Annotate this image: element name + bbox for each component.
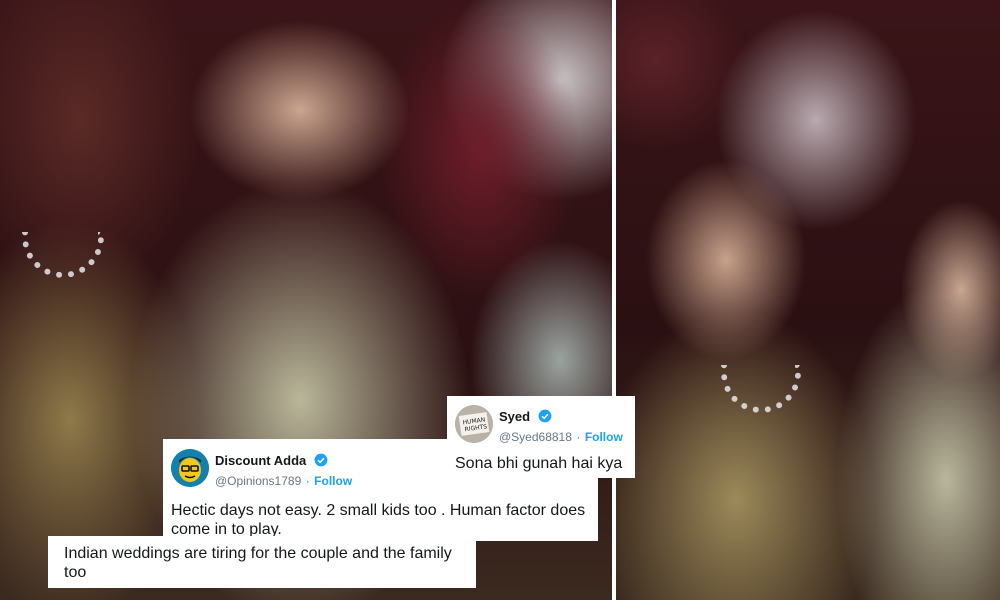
tweet-author-name[interactable]: Syed (499, 409, 530, 424)
right-photo (616, 0, 1000, 600)
bride-necklace (22, 232, 104, 278)
follow-button[interactable]: Follow (585, 430, 623, 444)
bride-necklace-right (721, 365, 801, 413)
tweet-handle[interactable]: @Opinions1789 (215, 474, 301, 488)
tweet-text: Sona bhi gunah hai kya (455, 455, 623, 472)
tweet-author-name[interactable]: Discount Adda (215, 453, 306, 468)
human-rights-sign-icon: HUMAN RIGHTS (455, 405, 493, 443)
verified-badge-icon (538, 409, 551, 423)
comment-text: Indian weddings are tiring for the coupl… (64, 545, 452, 581)
verified-badge-icon (314, 453, 328, 467)
tweet-handle[interactable]: @Syed68818 (499, 430, 572, 444)
separator-dot: · (305, 474, 310, 488)
cartoon-face-icon (171, 449, 209, 487)
comment-box: Indian weddings are tiring for the coupl… (48, 536, 476, 588)
tweet-text: Hectic days not easy. 2 small kids too .… (171, 502, 586, 538)
follow-button[interactable]: Follow (314, 474, 352, 488)
separator-dot: · (576, 430, 581, 444)
tweet-card-syed: HUMAN RIGHTS Syed @Syed68818 · Follow So… (447, 396, 635, 478)
